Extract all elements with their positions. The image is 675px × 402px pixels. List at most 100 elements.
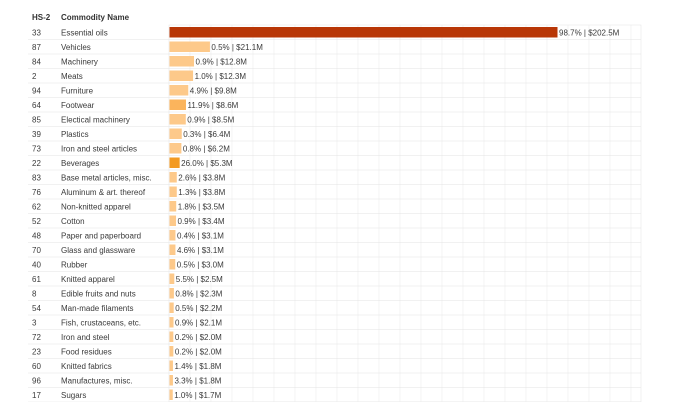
hs2-code: 96 [32, 376, 41, 385]
data-label: 0.5% | $3.0M [177, 260, 224, 269]
hs2-code: 70 [32, 246, 41, 255]
data-label: 1.3% | $3.8M [178, 188, 225, 197]
data-label: 0.5% | $2.2M [175, 304, 222, 313]
hs2-code: 22 [32, 159, 41, 168]
bar[interactable] [169, 186, 177, 198]
bar[interactable] [169, 346, 174, 357]
data-label: 26.0% | $5.3M [181, 159, 233, 168]
commodity-name: Base metal articles, misc. [61, 173, 152, 182]
hs2-code: 62 [32, 202, 41, 211]
bar[interactable] [169, 215, 177, 227]
hs2-code: 85 [32, 115, 41, 124]
bar[interactable] [169, 201, 177, 212]
bar[interactable] [169, 244, 176, 256]
commodity-name: Manufactures, misc. [61, 376, 133, 385]
hs2-code: 52 [32, 217, 41, 226]
bar[interactable] [169, 259, 176, 270]
commodity-name: Machinery [61, 57, 98, 66]
hs2-code: 83 [32, 173, 41, 182]
data-label: 0.5% | $21.1M [211, 43, 263, 52]
hs2-code: 76 [32, 188, 41, 197]
data-label: 0.3% | $6.4M [183, 130, 230, 139]
commodity-name: Electical machinery [61, 115, 130, 124]
hs2-code: 33 [32, 28, 41, 37]
bar[interactable] [169, 331, 174, 343]
bar[interactable] [169, 317, 174, 328]
bar[interactable] [169, 157, 180, 169]
bar[interactable] [169, 172, 177, 183]
commodity-name: Meats [61, 72, 83, 81]
hs2-code: 40 [32, 260, 41, 269]
commodity-name: Sugars [61, 391, 86, 400]
commodity-name: Fish, crustaceans, etc. [61, 318, 141, 327]
data-label: 1.0% | $1.7M [174, 391, 221, 400]
data-label: 98.7% | $202.5M [559, 28, 620, 37]
hs2-code: 54 [32, 304, 41, 313]
commodity-bar-chart: 33 Essential oils 98.7% | $202.5M 87 Vehicle… [28, 24, 642, 402]
commodity-name: Essential oils [61, 28, 108, 37]
commodity-name: Beverages [61, 159, 99, 168]
hs2-code: 60 [32, 362, 41, 371]
hs2-code: 94 [32, 86, 41, 95]
bar[interactable] [169, 85, 189, 96]
data-label: 0.9% | $2.1M [175, 318, 222, 327]
commodity-name: Footwear [61, 101, 95, 110]
commodity-name: Iron and steel [61, 333, 110, 342]
data-label: 5.5% | $2.5M [176, 275, 223, 284]
commodity-name: Plastics [61, 130, 89, 139]
bar[interactable] [169, 70, 194, 82]
data-label: 0.9% | $8.5M [187, 115, 234, 124]
bar[interactable] [169, 389, 173, 401]
bar[interactable] [169, 375, 173, 386]
hs2-code: 8 [32, 289, 37, 298]
hs2-code: 87 [32, 43, 41, 52]
data-label: 2.6% | $3.8M [178, 173, 225, 182]
commodity-name: Glass and glassware [61, 246, 136, 255]
data-label: 1.0% | $12.3M [195, 72, 247, 81]
data-label: 0.4% | $3.1M [177, 231, 224, 240]
hs2-code: 72 [32, 333, 41, 342]
hs2-code: 39 [32, 130, 41, 139]
hs2-code: 64 [32, 101, 41, 110]
bar[interactable] [169, 273, 175, 285]
data-label: 4.6% | $3.1M [177, 246, 224, 255]
bar[interactable] [169, 128, 182, 140]
commodity-name: Vehicles [61, 43, 91, 52]
commodity-name: Edible fruits and nuts [61, 289, 136, 298]
commodity-name: Rubber [61, 260, 88, 269]
bar[interactable] [169, 143, 182, 154]
hs2-code: 3 [32, 318, 37, 327]
commodity-name: Food residues [61, 347, 112, 356]
data-label: 0.8% | $2.3M [175, 289, 222, 298]
commodity-name: Furniture [61, 86, 94, 95]
bar[interactable] [169, 27, 558, 38]
commodity-name: Paper and paperboard [61, 231, 141, 240]
data-label: 11.9% | $8.6M [187, 101, 238, 110]
hs2-code: 2 [32, 72, 37, 81]
data-label: 0.2% | $2.0M [175, 347, 222, 356]
hs2-code: 17 [32, 391, 41, 400]
data-label: 1.4% | $1.8M [174, 362, 221, 371]
hs2-code: 73 [32, 144, 41, 153]
commodity-name: Non-knitted apparel [61, 202, 131, 211]
hs2-code: 84 [32, 57, 41, 66]
bar[interactable] [169, 114, 186, 125]
bar[interactable] [169, 302, 174, 314]
commodity-name: Knitted fabrics [61, 362, 112, 371]
bar[interactable] [169, 360, 173, 372]
hs2-code: 23 [32, 347, 41, 356]
data-label: 3.3% | $1.8M [174, 376, 221, 385]
data-label: 0.9% | $3.4M [178, 217, 225, 226]
bar[interactable] [169, 41, 210, 53]
bar[interactable] [169, 56, 195, 67]
bar[interactable] [169, 288, 174, 299]
commodity-name: Cotton [61, 217, 85, 226]
data-label: 0.9% | $12.8M [196, 57, 248, 66]
data-label: 1.8% | $3.5M [178, 202, 225, 211]
bar[interactable] [169, 230, 176, 241]
bar[interactable] [169, 99, 186, 111]
hs2-code: 48 [32, 231, 41, 240]
commodity-name: Knitted apparel [61, 275, 115, 284]
commodity-name: Man-made filaments [61, 304, 133, 313]
data-label: 4.9% | $9.8M [190, 86, 237, 95]
